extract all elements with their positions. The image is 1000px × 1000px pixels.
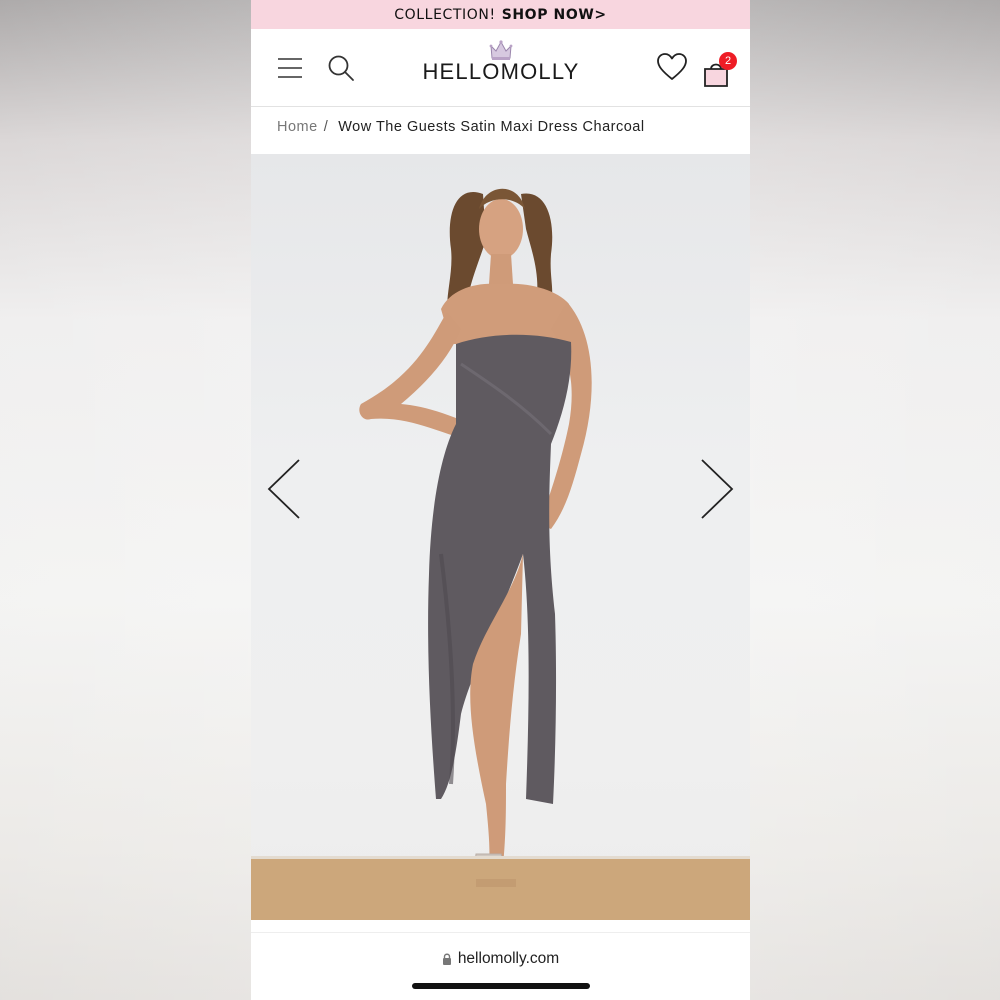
chevron-right-icon bbox=[701, 459, 734, 519]
product-image[interactable] bbox=[251, 154, 750, 920]
browser-address-bar[interactable]: hellomolly.com bbox=[251, 932, 750, 985]
promo-text: COLLECTION! bbox=[394, 6, 496, 23]
phone-screen: COLLECTION! SHOP NOW> HELLOMOLLY 2 Home … bbox=[251, 0, 750, 1000]
search-icon bbox=[328, 55, 354, 81]
product-image-gallery[interactable] bbox=[251, 154, 750, 920]
wishlist-button[interactable] bbox=[655, 50, 689, 84]
background-left bbox=[0, 0, 251, 1000]
heart-icon bbox=[657, 53, 687, 80]
menu-icon bbox=[278, 58, 302, 78]
home-indicator[interactable] bbox=[412, 983, 590, 989]
next-image-button[interactable] bbox=[696, 454, 736, 524]
cart-button[interactable]: 2 bbox=[699, 50, 739, 90]
chevron-left-icon bbox=[267, 459, 300, 519]
breadcrumb-separator: / bbox=[323, 119, 329, 135]
shop-now-link[interactable]: SHOP NOW> bbox=[502, 7, 607, 23]
promo-banner[interactable]: COLLECTION! SHOP NOW> bbox=[251, 0, 750, 29]
lock-icon bbox=[442, 953, 451, 965]
logo-wordmark: HELLOMOLLY bbox=[422, 59, 580, 84]
brand-logo[interactable]: HELLOMOLLY bbox=[421, 39, 581, 99]
previous-image-button[interactable] bbox=[265, 454, 305, 524]
search-button[interactable] bbox=[324, 51, 358, 85]
breadcrumb: Home / Wow The Guests Satin Maxi Dress C… bbox=[251, 104, 750, 150]
url-text: hellomolly.com bbox=[457, 950, 560, 967]
site-header: HELLOMOLLY 2 bbox=[251, 29, 750, 107]
breadcrumb-current: Wow The Guests Satin Maxi Dress Charcoal bbox=[338, 119, 645, 135]
breadcrumb-home-link[interactable]: Home bbox=[277, 119, 318, 135]
crown-icon bbox=[489, 40, 513, 60]
background-right bbox=[750, 0, 1000, 1000]
cart-count-badge: 2 bbox=[719, 52, 737, 70]
menu-button[interactable] bbox=[273, 53, 307, 83]
